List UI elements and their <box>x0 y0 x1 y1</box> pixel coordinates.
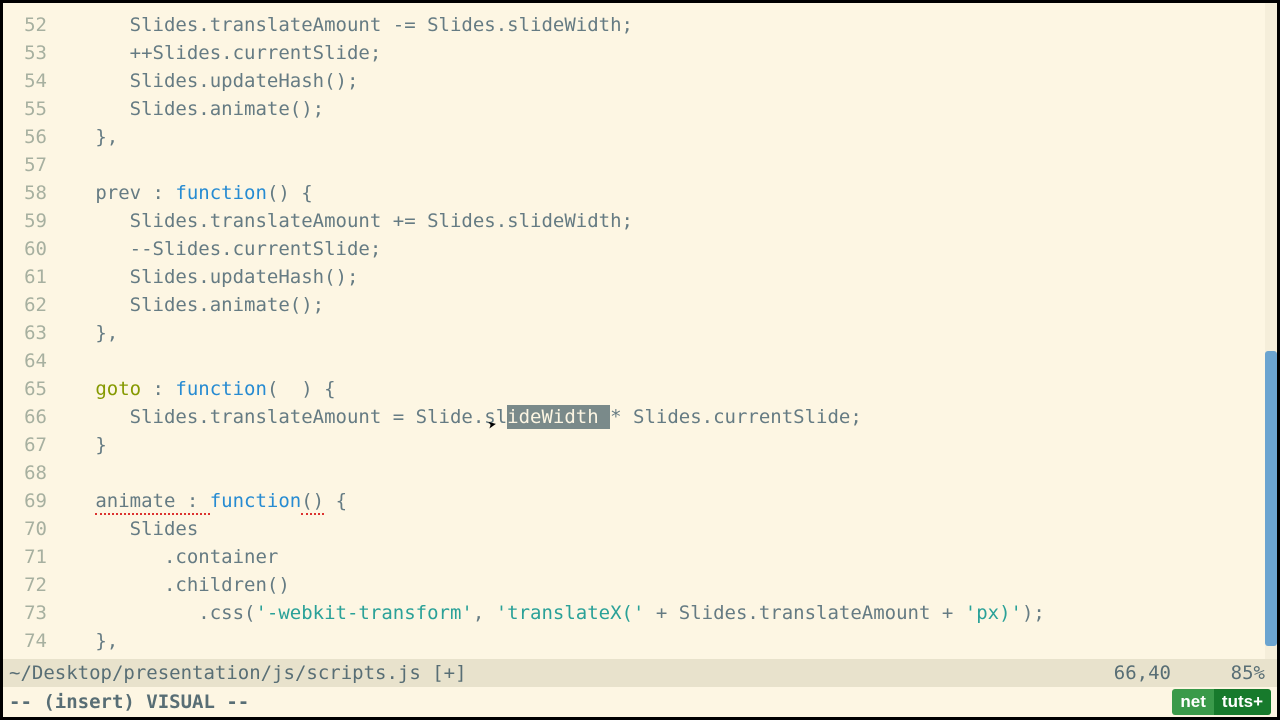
status-filename: ~/Desktop/presentation/js/scripts.js [+] <box>9 659 1081 687</box>
line-number: 60 <box>3 235 61 263</box>
code-line[interactable]: animate : function() { <box>61 487 1277 515</box>
logo-left: net <box>1172 689 1214 715</box>
code-line[interactable]: .container <box>61 543 1277 571</box>
vertical-scrollbar[interactable] <box>1265 3 1277 659</box>
code-line[interactable]: Slides.translateAmount -= Slides.slideWi… <box>61 11 1277 39</box>
line-number: 67 <box>3 431 61 459</box>
code-line[interactable]: .children() <box>61 571 1277 599</box>
code-line[interactable] <box>61 151 1277 179</box>
code-line[interactable]: Slides.animate(); <box>61 291 1277 319</box>
line-number: 58 <box>3 179 61 207</box>
line-number: 63 <box>3 319 61 347</box>
code-line[interactable]: Slides <box>61 515 1277 543</box>
line-number: 70 <box>3 515 61 543</box>
line-number: 74 <box>3 627 61 655</box>
code-line[interactable]: ++Slides.currentSlide; <box>61 39 1277 67</box>
code-line[interactable] <box>61 459 1277 487</box>
status-line: ~/Desktop/presentation/js/scripts.js [+]… <box>3 659 1277 687</box>
code-editor[interactable]: 5253545556575859606162636465666768697071… <box>3 3 1277 659</box>
mode-line: -- (insert) VISUAL -- 9 <box>3 687 1277 717</box>
code-line[interactable]: goto : function( ) { <box>61 375 1277 403</box>
line-number: 69 <box>3 487 61 515</box>
code-line[interactable]: }, <box>61 123 1277 151</box>
code-line[interactable]: Slides.updateHash(); <box>61 67 1277 95</box>
line-number: 54 <box>3 67 61 95</box>
status-position: 66,40 <box>1081 659 1201 687</box>
line-number: 66 <box>3 403 61 431</box>
logo-right: tuts+ <box>1214 689 1271 715</box>
line-number: 53 <box>3 39 61 67</box>
mode-text: -- (insert) VISUAL -- <box>9 687 1254 717</box>
code-line[interactable]: Slides.translateAmount = Slide.slideWidt… <box>61 403 1277 431</box>
line-number: 61 <box>3 263 61 291</box>
code-line[interactable]: .css('-webkit-transform', 'translateX(' … <box>61 599 1277 627</box>
line-number: 52 <box>3 11 61 39</box>
nettuts-logo: net tuts+ <box>1172 689 1271 715</box>
line-number: 65 <box>3 375 61 403</box>
code-area[interactable]: Slides.translateAmount -= Slides.slideWi… <box>61 3 1277 659</box>
code-line[interactable]: Slides.animate(); <box>61 95 1277 123</box>
line-number: 57 <box>3 151 61 179</box>
line-number: 72 <box>3 571 61 599</box>
code-line[interactable] <box>61 347 1277 375</box>
line-number: 64 <box>3 347 61 375</box>
line-number: 59 <box>3 207 61 235</box>
line-number: 56 <box>3 123 61 151</box>
code-line[interactable]: }, <box>61 627 1277 655</box>
code-line[interactable]: Slides.updateHash(); <box>61 263 1277 291</box>
code-line[interactable]: Slides.translateAmount += Slides.slideWi… <box>61 207 1277 235</box>
status-percent: 85% <box>1201 659 1271 687</box>
scrollbar-thumb[interactable] <box>1265 351 1277 646</box>
line-number-gutter: 5253545556575859606162636465666768697071… <box>3 3 61 659</box>
code-line[interactable]: }, <box>61 319 1277 347</box>
code-line[interactable]: } <box>61 431 1277 459</box>
line-number: 55 <box>3 95 61 123</box>
line-number: 73 <box>3 599 61 627</box>
line-number: 68 <box>3 459 61 487</box>
line-number: 71 <box>3 543 61 571</box>
code-line[interactable]: --Slides.currentSlide; <box>61 235 1277 263</box>
code-line[interactable]: prev : function() { <box>61 179 1277 207</box>
line-number: 62 <box>3 291 61 319</box>
